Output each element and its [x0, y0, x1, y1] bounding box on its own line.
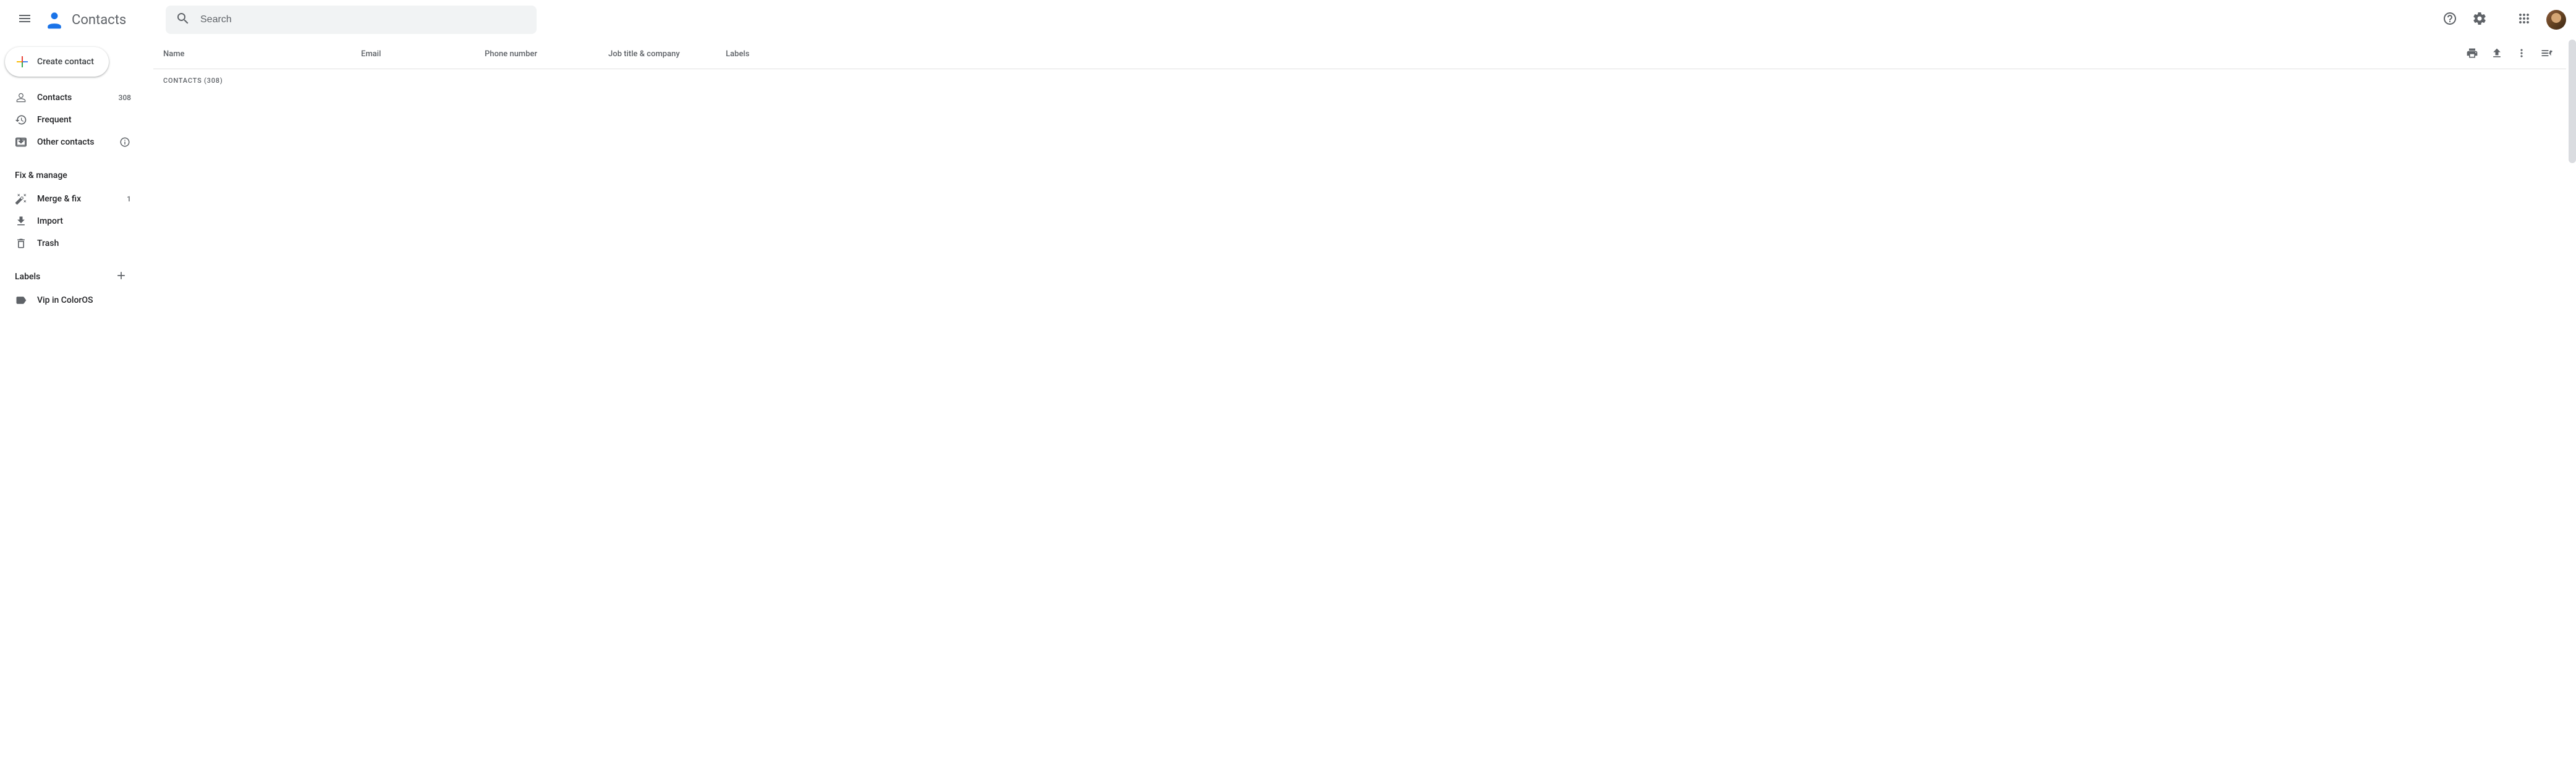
sidebar-item-label: Contacts: [37, 93, 109, 103]
search-icon: [176, 11, 190, 28]
scrollbar[interactable]: [2569, 40, 2576, 163]
settings-button[interactable]: [2467, 7, 2492, 32]
create-contact-label: Create contact: [37, 57, 94, 67]
more-actions-button[interactable]: [2512, 44, 2531, 64]
label-icon: [15, 294, 27, 306]
sidebar-item-count: 1: [127, 195, 131, 203]
sidebar: Create contact Contacts 308 Frequent Oth…: [0, 40, 143, 316]
sidebar-section-labels: Labels: [0, 264, 138, 289]
app-title: Contacts: [72, 12, 126, 28]
sidebar-item-label-vip[interactable]: Vip in ColorOS: [0, 289, 138, 311]
app-header: Contacts: [0, 0, 2576, 40]
plus-multicolor-icon: [15, 54, 30, 69]
info-icon[interactable]: [119, 136, 131, 148]
help-icon: [2442, 11, 2457, 28]
sidebar-item-other-contacts[interactable]: Other contacts: [0, 131, 138, 153]
google-apps-button[interactable]: [2512, 7, 2536, 32]
sidebar-item-label: Other contacts: [37, 137, 109, 147]
column-header-email[interactable]: Email: [361, 49, 485, 59]
print-icon: [2466, 47, 2478, 62]
export-button[interactable]: [2487, 44, 2507, 64]
main-content: Name Email Phone number Job title & comp…: [143, 40, 2576, 316]
sidebar-item-contacts[interactable]: Contacts 308: [0, 87, 138, 109]
sidebar-item-label: Import: [37, 216, 131, 226]
hamburger-icon: [17, 11, 32, 28]
section-title: Fix & manage: [15, 171, 67, 180]
account-avatar[interactable]: [2546, 10, 2566, 30]
gear-icon: [2472, 11, 2487, 28]
sidebar-item-label: Vip in ColorOS: [37, 295, 131, 305]
archive-icon: [15, 136, 27, 148]
contacts-table-header: Name Email Phone number Job title & comp…: [153, 40, 2566, 69]
column-header-labels[interactable]: Labels: [726, 49, 2462, 59]
sidebar-item-label: Merge & fix: [37, 194, 117, 204]
contacts-logo-icon: [42, 7, 67, 32]
more-vert-icon: [2515, 47, 2528, 62]
trash-icon: [15, 237, 27, 250]
column-header-job[interactable]: Job title & company: [608, 49, 726, 59]
main-menu-button[interactable]: [10, 5, 40, 35]
sidebar-item-merge-fix[interactable]: Merge & fix 1: [0, 188, 138, 210]
help-button[interactable]: [2438, 7, 2462, 32]
add-label-button[interactable]: [114, 269, 129, 284]
section-title: Labels: [15, 272, 40, 282]
download-icon: [15, 215, 27, 227]
side-panel-icon: [2540, 47, 2553, 62]
history-icon: [15, 114, 27, 126]
sidebar-item-trash[interactable]: Trash: [0, 232, 138, 255]
apps-grid-icon: [2517, 11, 2531, 28]
sidebar-item-count: 308: [119, 93, 131, 102]
header-actions: [2438, 7, 2566, 32]
person-icon: [15, 91, 27, 104]
column-header-phone[interactable]: Phone number: [485, 49, 608, 59]
search-bar[interactable]: [166, 6, 537, 34]
create-contact-button[interactable]: Create contact: [5, 47, 109, 77]
wand-icon: [15, 193, 27, 205]
plus-icon: [115, 269, 127, 284]
contacts-section-label: CONTACTS (308): [153, 69, 2566, 92]
search-input[interactable]: [200, 14, 527, 25]
toggle-side-panel-button[interactable]: [2536, 44, 2556, 64]
sidebar-item-import[interactable]: Import: [0, 210, 138, 232]
sidebar-item-label: Trash: [37, 238, 131, 248]
print-button[interactable]: [2462, 44, 2482, 64]
upload-icon: [2491, 47, 2503, 62]
sidebar-section-fix-manage: Fix & manage: [0, 163, 138, 188]
sidebar-item-frequent[interactable]: Frequent: [0, 109, 138, 131]
column-header-name[interactable]: Name: [163, 49, 361, 59]
app-logo-area[interactable]: Contacts: [42, 7, 166, 32]
sidebar-item-label: Frequent: [37, 115, 131, 125]
